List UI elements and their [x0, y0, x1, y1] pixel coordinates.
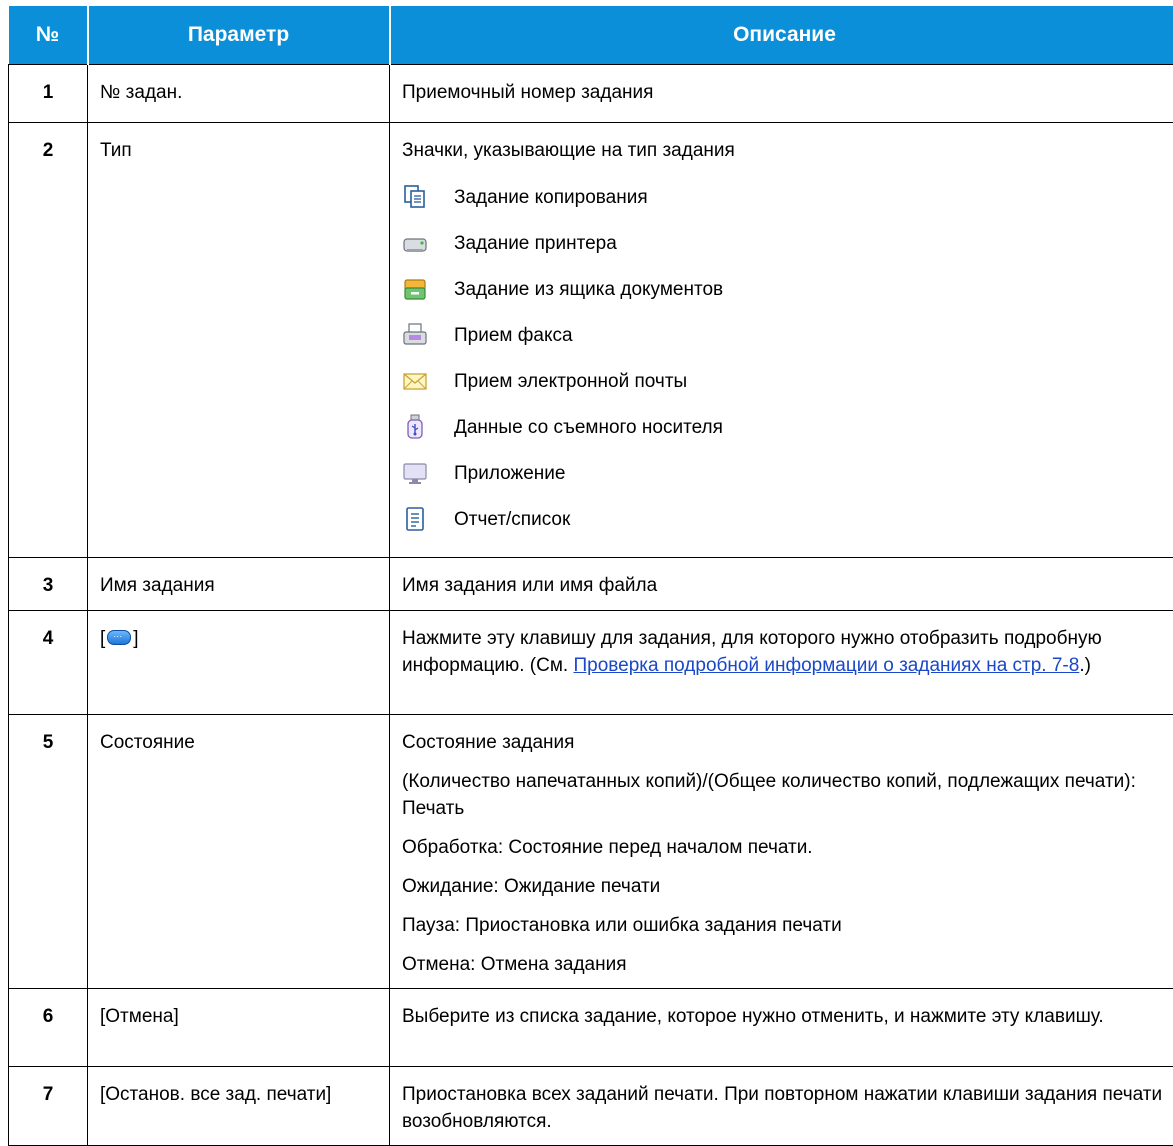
copy-job-icon [402, 184, 428, 210]
header-num: № [9, 6, 88, 65]
details-button-icon [107, 630, 131, 645]
table-row: 1 № задан. Приемочный номер задания [9, 65, 1173, 123]
row-description: Приостановка всех заданий печати. При по… [390, 1067, 1173, 1146]
list-item: Задание копирования [402, 174, 1166, 220]
list-item: Задание принтера [402, 220, 1166, 266]
row-description: Выберите из списка задание, которое нужн… [390, 989, 1173, 1067]
row-parameter: Состояние [88, 715, 390, 989]
report-list-icon [402, 506, 428, 532]
type-intro: Значки, указывающие на тип задания [402, 137, 1166, 164]
table-row: 3 Имя задания Имя задания или имя файла [9, 558, 1173, 611]
type-label: Приложение [454, 460, 565, 487]
row-parameter: Имя задания [88, 558, 390, 611]
row-number: 2 [9, 123, 88, 558]
type-label: Задание принтера [454, 230, 617, 257]
row-description: Состояние задания (Количество напечатанн… [390, 715, 1173, 989]
type-label: Отчет/список [454, 506, 570, 533]
row-parameter: № задан. [88, 65, 390, 123]
fax-icon [402, 322, 428, 348]
list-item: Отчет/список [402, 496, 1166, 542]
list-item: Задание из ящика документов [402, 266, 1166, 312]
row-parameter: [Останов. все зад. печати] [88, 1067, 390, 1146]
details-reference-link[interactable]: Проверка подробной информации о заданиях… [573, 655, 1079, 676]
list-item: Приложение [402, 450, 1166, 496]
desc-text-end: .) [1079, 655, 1091, 676]
header-description: Описание [390, 6, 1173, 65]
table-row: 5 Состояние Состояние задания (Количеств… [9, 715, 1173, 989]
status-paragraph: Ожидание: Ожидание печати [402, 873, 1166, 900]
status-paragraph: Состояние задания [402, 729, 1166, 756]
list-item: Данные со съемного носителя [402, 404, 1166, 450]
usb-media-icon [402, 414, 428, 440]
bracket-open: [ [100, 628, 105, 649]
row-parameter: Тип [88, 123, 390, 558]
type-label: Прием электронной почты [454, 368, 687, 395]
table-row: 7 [Останов. все зад. печати] Приостановк… [9, 1067, 1173, 1146]
type-label: Данные со съемного носителя [454, 414, 723, 441]
type-label: Задание копирования [454, 184, 648, 211]
row-number: 7 [9, 1067, 88, 1146]
job-parameters-table: № Параметр Описание 1 № задан. Приемочны… [8, 6, 1173, 1146]
row-description: Нажмите эту клавишу для задания, для кот… [390, 611, 1173, 715]
application-icon [402, 460, 428, 486]
table-header-row: № Параметр Описание [9, 6, 1173, 65]
type-label: Задание из ящика документов [454, 276, 723, 303]
type-label: Прием факса [454, 322, 573, 349]
table-row: 2 Тип Значки, указывающие на тип задания… [9, 123, 1173, 558]
status-paragraph: (Количество напечатанных копий)/(Общее к… [402, 768, 1166, 822]
email-icon [402, 368, 428, 394]
bracket-close: ] [133, 628, 138, 649]
list-item: Прием факса [402, 312, 1166, 358]
row-number: 1 [9, 65, 88, 123]
row-number: 6 [9, 989, 88, 1067]
list-item: Прием электронной почты [402, 358, 1166, 404]
printer-job-icon [402, 230, 428, 256]
row-number: 4 [9, 611, 88, 715]
row-description: Приемочный номер задания [390, 65, 1173, 123]
row-description: Значки, указывающие на тип задания Задан… [390, 123, 1173, 558]
table-row: 6 [Отмена] Выберите из списка задание, к… [9, 989, 1173, 1067]
table-row: 4 [] Нажмите эту клавишу для задания, дл… [9, 611, 1173, 715]
row-parameter: [Отмена] [88, 989, 390, 1067]
status-paragraph: Пауза: Приостановка или ошибка задания п… [402, 912, 1166, 939]
header-parameter: Параметр [88, 6, 390, 65]
row-description: Имя задания или имя файла [390, 558, 1173, 611]
row-parameter: [] [88, 611, 390, 715]
status-paragraph: Обработка: Состояние перед началом печат… [402, 834, 1166, 861]
row-number: 3 [9, 558, 88, 611]
document-box-icon [402, 276, 428, 302]
status-paragraph: Отмена: Отмена задания [402, 951, 1166, 978]
job-type-list: Задание копирования Задание принтера Зад… [402, 174, 1166, 542]
row-number: 5 [9, 715, 88, 989]
